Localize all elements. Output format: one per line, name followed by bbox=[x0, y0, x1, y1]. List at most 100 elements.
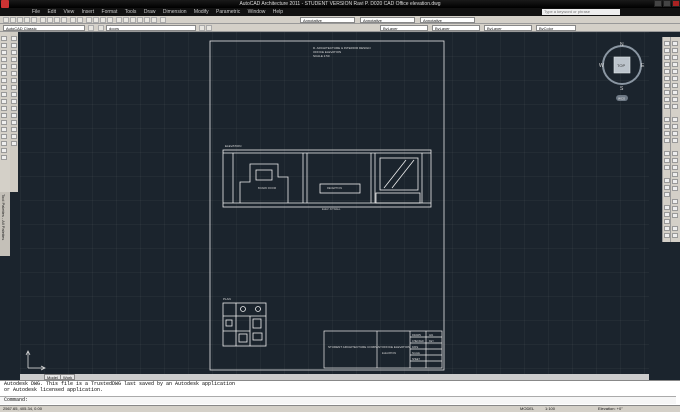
viewcube-wcs[interactable]: WCS bbox=[618, 97, 625, 101]
viewcube-face[interactable]: TOP bbox=[617, 63, 625, 68]
menu-edit[interactable]: Edit bbox=[47, 8, 56, 16]
visual-style-wireframe-icon[interactable] bbox=[672, 199, 678, 204]
object-snap-none-icon[interactable] bbox=[672, 97, 678, 102]
text-style-select[interactable]: Annotative bbox=[300, 17, 355, 23]
construction-line-icon[interactable] bbox=[1, 43, 7, 48]
menu-file[interactable]: File bbox=[32, 8, 40, 16]
cut-icon[interactable] bbox=[40, 17, 46, 23]
layer-previous-icon[interactable] bbox=[206, 25, 212, 31]
object-snap-tangent-icon[interactable] bbox=[672, 76, 678, 81]
object-snap-perpendicular-icon[interactable] bbox=[672, 83, 678, 88]
preview-icon[interactable] bbox=[31, 17, 37, 23]
revision-cloud-icon[interactable] bbox=[1, 85, 7, 90]
model-space-button[interactable]: MODEL bbox=[520, 406, 534, 412]
properties-palette-icon[interactable] bbox=[672, 233, 678, 238]
ellipse-icon[interactable] bbox=[1, 99, 7, 104]
viewcube[interactable]: TOP N S E W WCS bbox=[599, 42, 645, 101]
viewcube-west[interactable]: W bbox=[599, 63, 604, 69]
insert-block-icon[interactable] bbox=[1, 106, 7, 111]
menu-window[interactable]: Window bbox=[248, 8, 266, 16]
object-snap-settings-icon[interactable] bbox=[672, 104, 678, 109]
workspace-select[interactable]: AutoCAD Classic bbox=[3, 25, 85, 31]
polygon-icon[interactable] bbox=[1, 57, 7, 62]
color-select[interactable]: ByLayer bbox=[380, 25, 428, 31]
menu-format[interactable]: Format bbox=[102, 8, 118, 16]
visual-style-hidden-icon[interactable] bbox=[672, 206, 678, 211]
calculator-icon[interactable] bbox=[151, 17, 157, 23]
view-right-icon[interactable] bbox=[672, 172, 678, 177]
array-icon[interactable] bbox=[11, 64, 17, 69]
menu-draw[interactable]: Draw bbox=[144, 8, 156, 16]
object-snap-midpoint-icon[interactable] bbox=[672, 48, 678, 53]
undo-icon[interactable] bbox=[70, 17, 76, 23]
workspace-settings-icon[interactable] bbox=[88, 25, 94, 31]
inquiry-list-icon[interactable] bbox=[672, 131, 678, 136]
make-current-icon[interactable] bbox=[199, 25, 205, 31]
scale-icon[interactable] bbox=[11, 85, 17, 90]
view-bottom-icon[interactable] bbox=[672, 158, 678, 163]
visual-style-realistic-icon[interactable] bbox=[672, 213, 678, 218]
layer-manager-icon[interactable] bbox=[98, 25, 104, 31]
offset-icon[interactable] bbox=[11, 57, 17, 62]
tool-palettes-icon[interactable] bbox=[130, 17, 136, 23]
rectangle-icon[interactable] bbox=[1, 64, 7, 69]
plot-style-select[interactable]: ByColor bbox=[536, 25, 576, 31]
polyline-icon[interactable] bbox=[1, 50, 7, 55]
sheet-set-icon[interactable] bbox=[137, 17, 143, 23]
menu-view[interactable]: View bbox=[63, 8, 74, 16]
chamfer-icon[interactable] bbox=[11, 127, 17, 132]
drawing-canvas[interactable]: D. ARCHITECTURE & INTERIOR DESIGN OFFICE… bbox=[20, 32, 649, 377]
point-icon[interactable] bbox=[1, 120, 7, 125]
markup-icon[interactable] bbox=[144, 17, 150, 23]
move-icon[interactable] bbox=[11, 71, 17, 76]
match-properties-icon[interactable] bbox=[61, 17, 67, 23]
break-icon[interactable] bbox=[11, 113, 17, 118]
view-back-icon[interactable] bbox=[672, 186, 678, 191]
save-icon[interactable] bbox=[17, 17, 23, 23]
gradient-icon[interactable] bbox=[1, 134, 7, 139]
maximize-button[interactable] bbox=[663, 0, 671, 7]
object-snap-nearest-icon[interactable] bbox=[672, 90, 678, 95]
paste-icon[interactable] bbox=[54, 17, 60, 23]
viewcube-east[interactable]: E bbox=[641, 63, 645, 69]
linetype-select[interactable]: ByLayer bbox=[432, 25, 480, 31]
dim-style-select[interactable]: Annotative bbox=[360, 17, 415, 23]
trim-icon[interactable] bbox=[11, 99, 17, 104]
inquiry-locate-icon[interactable] bbox=[672, 138, 678, 143]
search-input[interactable]: Type a keyword or phrase bbox=[542, 9, 620, 15]
zoom-previous-icon[interactable] bbox=[107, 17, 113, 23]
mirror-icon[interactable] bbox=[11, 50, 17, 55]
arc-icon[interactable] bbox=[1, 71, 7, 76]
table-style-select[interactable]: Annotative bbox=[420, 17, 475, 23]
minimize-button[interactable] bbox=[654, 0, 662, 7]
circle-icon[interactable] bbox=[1, 78, 7, 83]
join-icon[interactable] bbox=[11, 120, 17, 125]
stretch-icon[interactable] bbox=[11, 92, 17, 97]
annotation-scale[interactable]: 1:100 bbox=[545, 406, 555, 412]
view-top-icon[interactable] bbox=[672, 151, 678, 156]
help-icon[interactable] bbox=[160, 17, 166, 23]
make-block-icon[interactable] bbox=[1, 113, 7, 118]
layer-select[interactable]: doors bbox=[106, 25, 196, 31]
menu-modify[interactable]: Modify bbox=[194, 8, 209, 16]
layout-viewports-icon[interactable] bbox=[672, 226, 678, 231]
menu-help[interactable]: Help bbox=[273, 8, 283, 16]
zoom-realtime-icon[interactable] bbox=[93, 17, 99, 23]
erase-icon[interactable] bbox=[11, 36, 17, 41]
multiline-text-icon[interactable] bbox=[1, 155, 7, 160]
extend-icon[interactable] bbox=[11, 106, 17, 111]
table-icon[interactable] bbox=[1, 148, 7, 153]
menu-insert[interactable]: Insert bbox=[82, 8, 95, 16]
viewcube-north[interactable]: N bbox=[620, 42, 624, 48]
line-icon[interactable] bbox=[1, 36, 7, 41]
command-line[interactable]: Command: bbox=[0, 396, 676, 404]
open-icon[interactable] bbox=[10, 17, 16, 23]
hatch-icon[interactable] bbox=[1, 127, 7, 132]
inquiry-distance-icon[interactable] bbox=[672, 117, 678, 122]
copy-object-icon[interactable] bbox=[11, 43, 17, 48]
spline-icon[interactable] bbox=[1, 92, 7, 97]
copy-icon[interactable] bbox=[47, 17, 53, 23]
object-snap-intersection-icon[interactable] bbox=[672, 55, 678, 60]
print-icon[interactable] bbox=[24, 17, 30, 23]
properties-icon[interactable] bbox=[116, 17, 122, 23]
